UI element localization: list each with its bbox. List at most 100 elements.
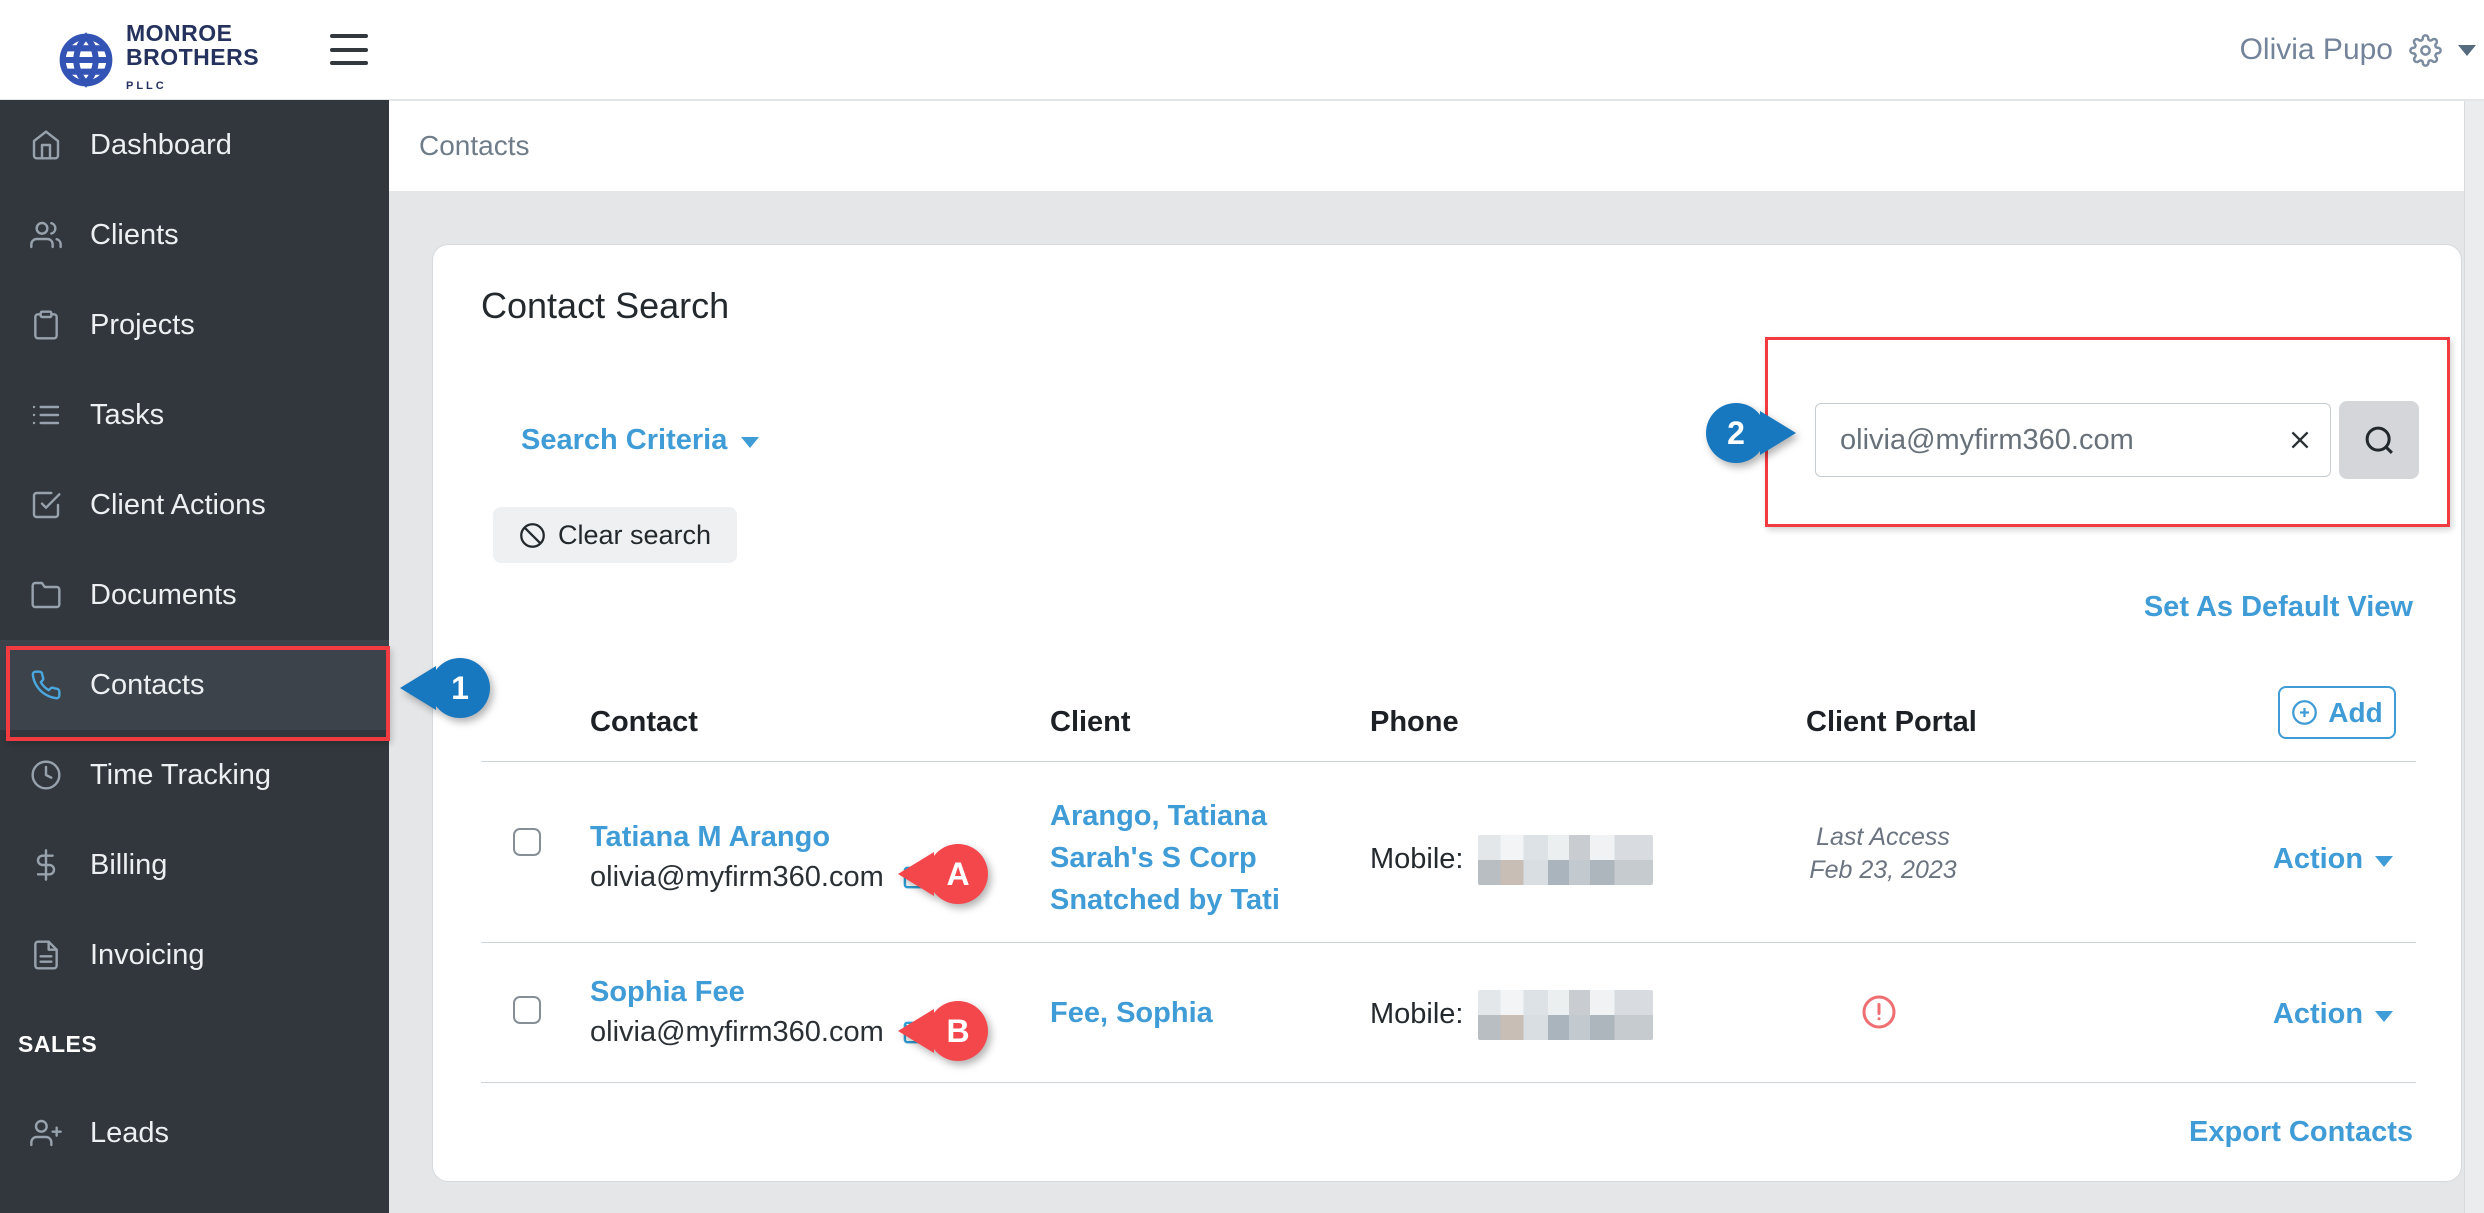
- user-name: Olivia Pupo: [2239, 33, 2393, 66]
- sidebar-item-dashboard[interactable]: Dashboard: [0, 100, 389, 190]
- sidebar-item-label: Projects: [90, 308, 195, 341]
- action-dropdown[interactable]: Action: [2223, 843, 2443, 876]
- contact-email: olivia@myfirm360.com: [590, 1016, 934, 1049]
- scrollbar-track[interactable]: [2464, 101, 2484, 1213]
- search-criteria-label: Search Criteria: [521, 424, 728, 456]
- sidebar-item-label: Dashboard: [90, 128, 232, 161]
- folder-icon: [31, 581, 61, 609]
- phone-cell: Mobile:: [1370, 990, 1653, 1040]
- sidebar-item-billing[interactable]: Billing: [0, 820, 389, 910]
- column-header-contact[interactable]: Contact: [590, 706, 698, 739]
- sidebar-item-label: Client Actions: [90, 488, 266, 521]
- annotation-box-contacts: [6, 646, 390, 741]
- sidebar-item-invoicing[interactable]: Invoicing: [0, 910, 389, 1000]
- sidebar-item-leads[interactable]: Leads: [0, 1088, 389, 1178]
- list-icon: [32, 405, 60, 425]
- chevron-down-icon[interactable]: [2458, 44, 2476, 56]
- slash-circle-icon: [520, 522, 545, 548]
- contact-email: olivia@myfirm360.com: [590, 861, 934, 894]
- add-contact-button[interactable]: Add: [2278, 686, 2396, 739]
- breadcrumb-label: Contacts: [419, 130, 530, 161]
- breadcrumb: Contacts: [389, 101, 2484, 191]
- sidebar-item-label: Billing: [90, 848, 168, 881]
- check-square-icon: [32, 491, 61, 519]
- sidebar-item-label: Documents: [90, 578, 237, 611]
- annotation-balloon-a: A: [928, 844, 988, 904]
- brand-logo[interactable]: MONROE BROTHERS PLLC: [58, 21, 259, 98]
- email-text: olivia@myfirm360.com: [590, 861, 884, 893]
- globe-logo-icon: [59, 31, 113, 88]
- sidebar-item-tasks[interactable]: Tasks: [0, 370, 389, 460]
- chevron-down-icon: [741, 436, 760, 448]
- sidebar-item-documents[interactable]: Documents: [0, 550, 389, 640]
- clock-icon: [31, 760, 61, 790]
- brand-wordmark: MONROE BROTHERS PLLC: [126, 21, 259, 98]
- client-links: Arango, Tatiana Sarah's S Corp Snatched …: [1050, 795, 1280, 921]
- row-divider: [481, 1082, 2416, 1083]
- clipboard-icon: [34, 310, 58, 340]
- chevron-down-icon: [2375, 856, 2394, 867]
- client-link[interactable]: Sarah's S Corp: [1050, 837, 1280, 879]
- action-label: Action: [2272, 998, 2364, 1030]
- portal-last-access-label: Last Access: [1816, 823, 1950, 851]
- sidebar-item-label: Invoicing: [90, 938, 205, 971]
- sidebar-item-projects[interactable]: Projects: [0, 280, 389, 370]
- sidebar-section-reports: REPORTS: [0, 1178, 389, 1213]
- contact-name-link[interactable]: Sophia Fee: [590, 976, 745, 1009]
- sidebar-section-sales: SALES: [18, 1030, 98, 1057]
- portal-warning: [1861, 994, 1897, 1030]
- brand-line3: PLLC: [126, 80, 167, 92]
- phone-label: Mobile:: [1370, 998, 1464, 1030]
- phone-label: Mobile:: [1370, 843, 1464, 875]
- action-dropdown[interactable]: Action: [2223, 998, 2443, 1031]
- table-header-divider: [481, 761, 2416, 762]
- clear-search-label: Clear search: [558, 519, 712, 550]
- top-bar: MONROE BROTHERS PLLC Olivia Pupo: [0, 0, 2484, 100]
- hamburger-menu-icon[interactable]: [330, 34, 368, 65]
- annotation-balloon-1: 1: [430, 658, 490, 718]
- column-header-client[interactable]: Client: [1050, 706, 1131, 739]
- home-icon: [32, 130, 60, 160]
- set-default-view-link[interactable]: Set As Default View: [2144, 591, 2413, 624]
- row-divider: [481, 942, 2416, 943]
- column-header-client-portal[interactable]: Client Portal: [1806, 706, 1977, 739]
- sidebar-item-clients[interactable]: Clients: [0, 190, 389, 280]
- brand-line2: BROTHERS: [126, 44, 260, 70]
- portal-last-access-date: Feb 23, 2023: [1809, 856, 1957, 884]
- brand-line1: MONROE: [126, 20, 233, 46]
- clear-search-button[interactable]: Clear search: [493, 507, 738, 563]
- action-label: Action: [2272, 843, 2364, 875]
- client-portal-cell: Last Access Feb 23, 2023: [1763, 821, 2003, 887]
- redacted-phone: [1477, 990, 1653, 1040]
- client-link[interactable]: Arango, Tatiana: [1050, 795, 1280, 837]
- client-link[interactable]: Fee, Sophia: [1050, 992, 1213, 1034]
- search-criteria-dropdown[interactable]: Search Criteria: [521, 424, 760, 457]
- annotation-balloon-b: B: [928, 1001, 988, 1061]
- phone-cell: Mobile:: [1370, 835, 1653, 885]
- sidebar-item-client-actions[interactable]: Client Actions: [0, 460, 389, 550]
- sidebar-item-label: Clients: [90, 218, 179, 251]
- sidebar-item-label: Leads: [90, 1116, 170, 1149]
- user-plus-icon: [30, 1119, 62, 1147]
- row-checkbox[interactable]: [513, 828, 541, 856]
- client-link[interactable]: Snatched by Tati: [1050, 879, 1280, 921]
- chevron-down-icon: [2375, 1011, 2394, 1022]
- users-icon: [30, 221, 62, 249]
- row-checkbox[interactable]: [513, 996, 541, 1024]
- file-text-icon: [34, 940, 58, 970]
- app-root: MONROE BROTHERS PLLC Olivia Pupo Dashboa…: [0, 0, 2484, 1213]
- annotation-balloon-2: 2: [1706, 403, 1766, 463]
- redacted-phone: [1477, 835, 1653, 885]
- page-title: Contact Search: [481, 285, 730, 326]
- add-button-label: Add: [2328, 696, 2383, 728]
- annotation-box-search: [1765, 337, 2450, 527]
- column-header-phone[interactable]: Phone: [1370, 706, 1459, 739]
- user-menu[interactable]: Olivia Pupo: [2240, 0, 2476, 100]
- contact-name-link[interactable]: Tatiana M Arango: [590, 821, 830, 854]
- dollar-sign-icon: [36, 849, 56, 881]
- sidebar-item-time-tracking[interactable]: Time Tracking: [0, 730, 389, 820]
- sidebar-item-label: Time Tracking: [90, 758, 272, 791]
- gear-icon[interactable]: [2409, 33, 2442, 67]
- plus-circle-icon: [2292, 700, 2318, 725]
- export-contacts-link[interactable]: Export Contacts: [2189, 1116, 2413, 1149]
